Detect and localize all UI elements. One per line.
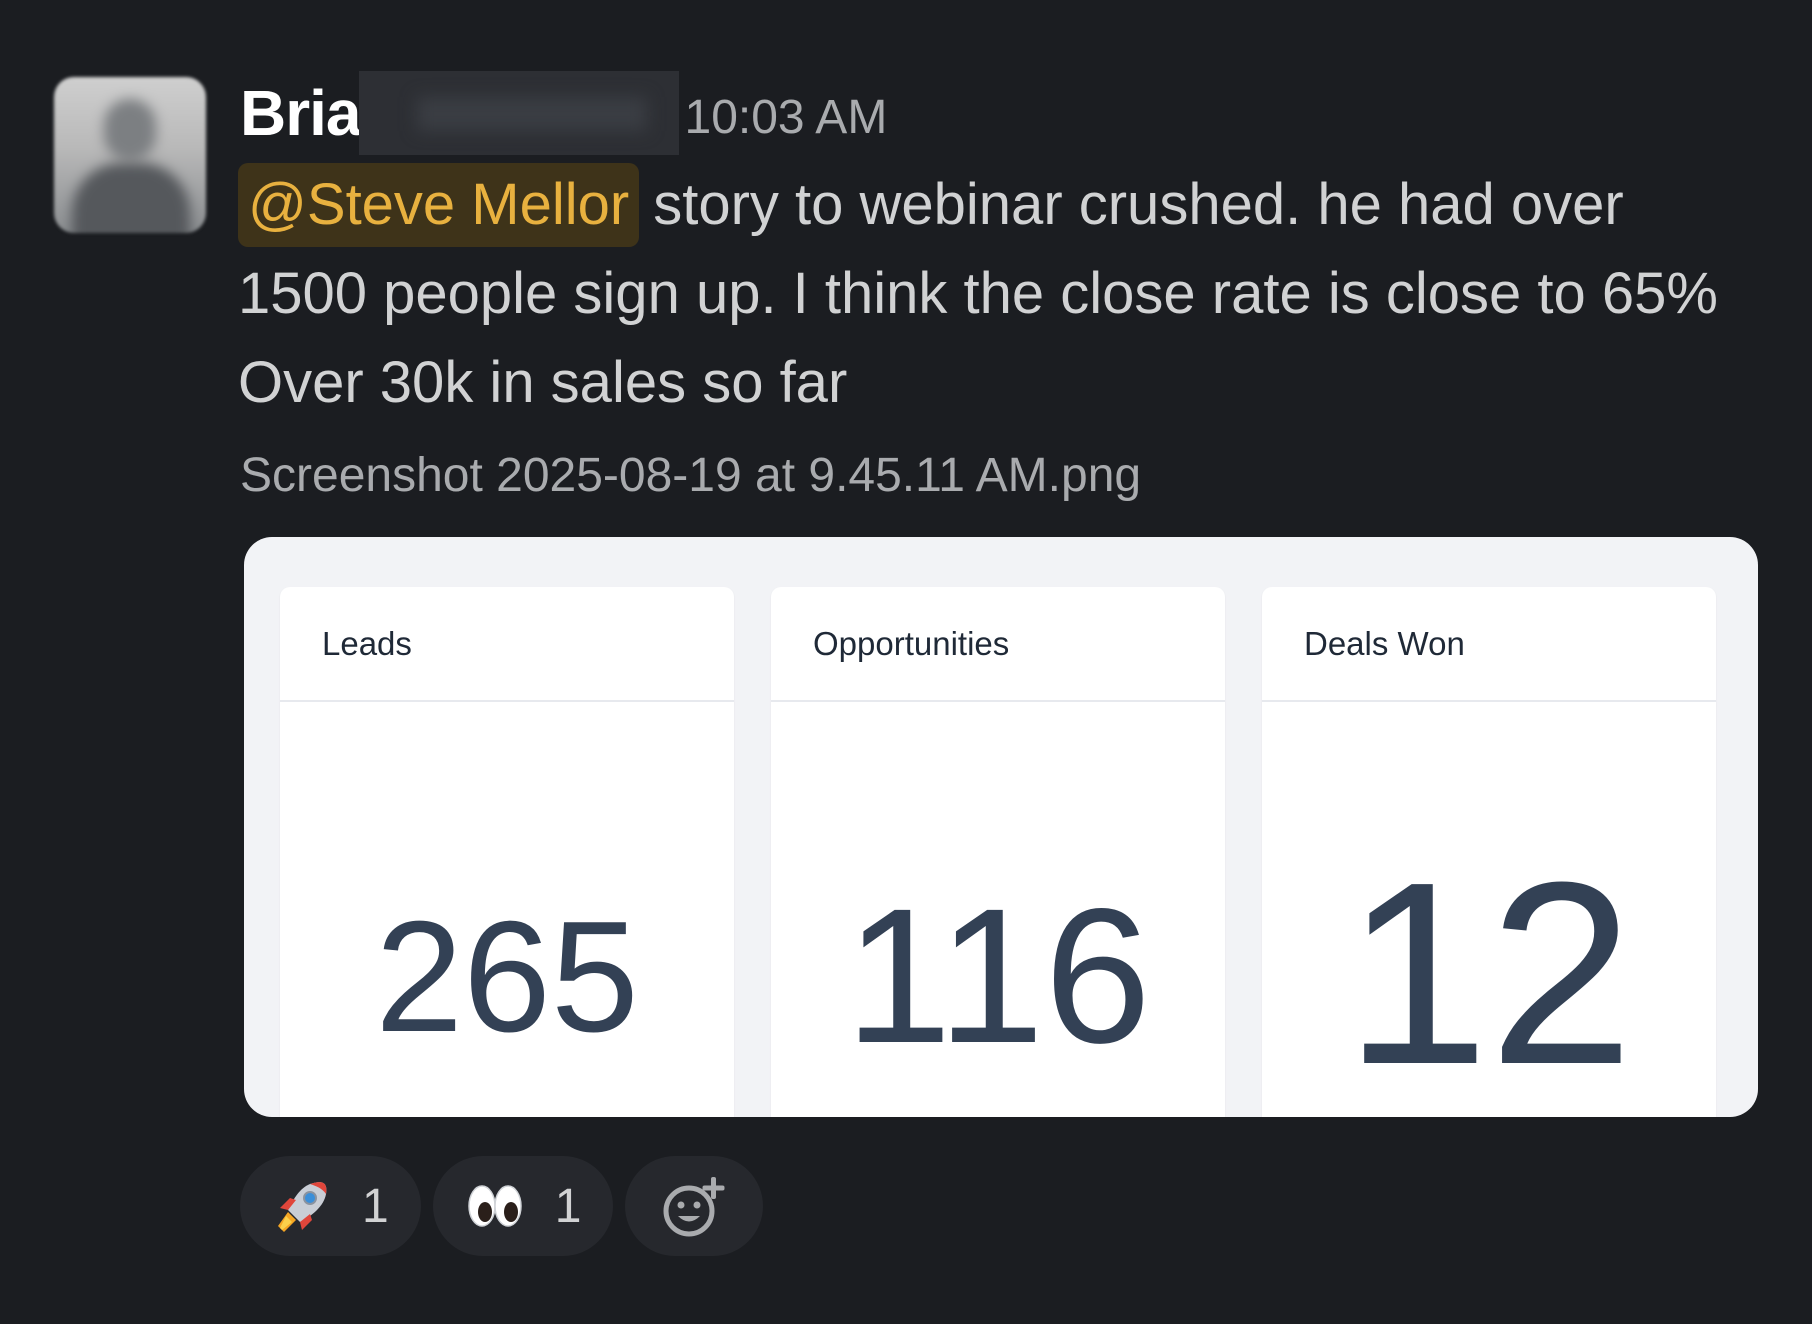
metric-value: 265 <box>375 889 639 1065</box>
reaction-eyes[interactable]: 1 <box>432 1156 614 1256</box>
chat-message: Bria 10:03 AM @Steve Mellor story to webi… <box>0 0 1812 1324</box>
redacted-name-block <box>358 71 679 155</box>
reactions-bar: 1 1 <box>240 1156 764 1256</box>
message-header: Bria 10:03 AM <box>240 68 887 158</box>
metric-card-deals-won: Deals Won 12 <box>1262 587 1716 1117</box>
metric-label: Opportunities <box>771 587 1225 702</box>
reaction-count: 1 <box>362 1179 389 1233</box>
add-emoji-icon <box>663 1177 725 1237</box>
metric-value: 116 <box>844 868 1152 1083</box>
metric-value: 12 <box>1344 829 1634 1117</box>
attachment-filename[interactable]: Screenshot 2025-08-19 at 9.45.11 AM.png <box>240 448 1141 503</box>
user-mention[interactable]: @Steve Mellor <box>238 163 640 247</box>
message-timestamp[interactable]: 10:03 AM <box>685 90 888 145</box>
reaction-count: 1 <box>554 1179 582 1233</box>
reaction-rocket[interactable]: 1 <box>240 1156 421 1256</box>
metric-card-opportunities: Opportunities 116 <box>771 587 1225 1117</box>
message-text: @Steve Mellor story to webinar crushed. h… <box>238 160 1768 427</box>
rocket-icon <box>278 1182 327 1232</box>
add-reaction-button[interactable] <box>625 1156 764 1256</box>
eyes-icon <box>467 1185 522 1227</box>
metric-card-leads: Leads 265 <box>280 587 734 1117</box>
metric-label: Deals Won <box>1262 587 1716 702</box>
image-attachment[interactable]: Leads 265 Opportunities 116 Deals Won 12 <box>244 537 1758 1117</box>
avatar[interactable] <box>54 77 206 233</box>
author-name[interactable]: Bria <box>240 76 361 150</box>
metric-label: Leads <box>280 587 734 702</box>
